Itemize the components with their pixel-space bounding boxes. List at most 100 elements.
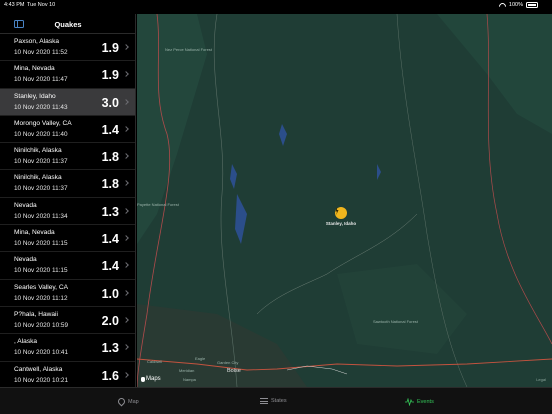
quake-magnitude: 1.8	[101, 150, 119, 165]
chevron-right-icon	[123, 44, 129, 50]
quake-row[interactable]: Paxson, Alaska 10 Nov 2020 11:52 1.9	[0, 34, 135, 62]
map-label-boise: Boise	[227, 368, 241, 374]
quake-row[interactable]: Mina, Nevada 10 Nov 2020 11:15 1.4	[0, 225, 135, 253]
quake-magnitude: 1.4	[101, 259, 119, 274]
tab-events[interactable]: Events	[405, 398, 434, 406]
quake-time: 10 Nov 2020 11:37	[14, 158, 68, 166]
tab-map[interactable]: Map	[116, 396, 139, 407]
quake-magnitude: 3.0	[101, 95, 119, 110]
map-label-forest-south: Sawtooth National Forest	[373, 319, 418, 324]
legal-link[interactable]: Legal	[536, 377, 546, 382]
quake-time: 10 Nov 2020 11:40	[14, 130, 68, 138]
chevron-right-icon	[123, 235, 129, 241]
quake-time: 10 Nov 2020 11:15	[14, 267, 68, 275]
map-terrain	[137, 14, 552, 387]
quake-place: Searles Valley, CA	[14, 283, 68, 291]
quake-magnitude: 2.0	[101, 313, 119, 328]
battery-percent: 100%	[508, 2, 523, 8]
quake-magnitude: 1.3	[101, 204, 119, 219]
chevron-right-icon	[123, 153, 129, 160]
chevron-right-icon	[123, 289, 129, 296]
quake-place: , Alaska	[14, 338, 38, 346]
quake-place: Cantwell, Alaska	[14, 365, 63, 373]
sidebar-nav-bar: Quakes	[0, 14, 135, 34]
quake-row[interactable]: Stanley, Idaho 10 Nov 2020 11:43 3.0	[0, 88, 135, 116]
quake-time: 10 Nov 2020 10:21	[14, 376, 69, 384]
quake-time: 10 Nov 2020 11:47	[14, 76, 68, 84]
quake-magnitude: 1.4	[101, 122, 119, 137]
battery-icon	[526, 2, 538, 8]
quake-pin[interactable]	[335, 207, 347, 219]
quake-time: 10 Nov 2020 11:52	[14, 49, 68, 56]
quake-place: P?hala, Hawaii	[14, 310, 58, 318]
quake-row[interactable]: P?hala, Hawaii 10 Nov 2020 10:59 2.0	[0, 307, 135, 335]
quake-row[interactable]: Nevada 10 Nov 2020 11:34 1.3	[0, 198, 135, 226]
tab-map-label: Map	[128, 398, 139, 405]
quake-sidebar: Quakes Paxson, Alaska 10 Nov 2020 11:52 1.…	[0, 14, 136, 389]
quake-magnitude: 1.6	[101, 368, 119, 383]
quake-row[interactable]: , Alaska 10 Nov 2020 10:41 1.3	[0, 334, 135, 362]
chevron-right-icon	[123, 71, 129, 78]
quake-row[interactable]: Nevada 10 Nov 2020 11:15 1.4	[0, 252, 135, 280]
chevron-right-icon	[123, 180, 129, 187]
tab-events-label: Events	[417, 399, 434, 405]
chevron-right-icon	[123, 262, 129, 269]
tab-bar: Map States Events	[0, 387, 552, 414]
quake-place: Mina, Nevada	[14, 65, 55, 73]
map-label-forest-north: Nez Perce National Forest	[165, 47, 212, 52]
map-icon	[116, 396, 127, 407]
quake-row[interactable]: Cantwell, Alaska 10 Nov 2020 10:21 1.6	[0, 362, 135, 389]
quake-time: 10 Nov 2020 11:12	[14, 294, 68, 302]
quake-place: Ninilchik, Alaska	[14, 147, 62, 155]
status-time: 4:43 PM	[4, 2, 25, 8]
quake-row[interactable]: Morongo Valley, CA 10 Nov 2020 11:40 1.4	[0, 116, 135, 144]
map-label-forest-west: Payette National Forest	[137, 202, 179, 207]
map-label-garden-city: Garden City	[217, 360, 239, 365]
chevron-right-icon	[123, 371, 129, 378]
status-bar: 4:43 PM Tue Nov 10 100%	[0, 0, 552, 10]
chevron-right-icon	[123, 207, 129, 214]
quake-row[interactable]: Ninilchik, Alaska 10 Nov 2020 11:37 1.8	[0, 170, 135, 198]
quake-row[interactable]: Searles Valley, CA 10 Nov 2020 11:12 1.0	[0, 280, 135, 307]
status-date: Tue Nov 10	[27, 2, 56, 8]
chevron-right-icon	[123, 126, 129, 132]
tab-states[interactable]: States	[260, 398, 287, 404]
quake-row[interactable]: Mina, Nevada 10 Nov 2020 11:47 1.9	[0, 61, 135, 89]
map-label-nampa: Nampa	[183, 377, 196, 382]
waveform-icon	[405, 398, 414, 406]
chevron-right-icon	[123, 98, 129, 105]
quake-place: Mina, Nevada	[14, 229, 55, 237]
map-label-eagle: Eagle	[195, 356, 206, 361]
quake-magnitude: 1.9	[101, 68, 119, 83]
quake-magnitude: 1.9	[101, 41, 119, 55]
quake-time: 10 Nov 2020 11:37	[14, 185, 68, 193]
quake-magnitude: 1.3	[101, 341, 119, 356]
chevron-right-icon	[123, 344, 129, 351]
quake-time: 10 Nov 2020 11:43	[14, 103, 68, 111]
sidebar-title: Quakes	[54, 20, 82, 29]
tab-states-label: States	[271, 398, 287, 404]
waveform-pin-icon	[335, 207, 339, 215]
map-view[interactable]: Nez Perce National Forest Payette Nation…	[137, 14, 552, 387]
maps-logo: Maps	[141, 376, 161, 382]
quake-place: Morongo Valley, CA	[14, 119, 72, 127]
quake-time: 10 Nov 2020 11:15	[14, 240, 68, 248]
quake-place: Ninilchik, Alaska	[14, 174, 62, 182]
quake-row[interactable]: Ninilchik, Alaska 10 Nov 2020 11:37 1.8	[0, 143, 135, 171]
quake-place: Paxson, Alaska	[14, 38, 60, 45]
quake-magnitude: 1.0	[101, 286, 119, 301]
quake-time: 10 Nov 2020 10:41	[14, 349, 69, 357]
status-right: 100%	[499, 2, 538, 8]
quake-time: 10 Nov 2020 11:34	[14, 212, 68, 220]
apple-icon	[141, 376, 145, 382]
maps-logo-text: Maps	[146, 376, 161, 382]
quake-place: Nevada	[14, 201, 37, 209]
map-label-caldwell: Caldwell	[147, 359, 163, 364]
quake-place: Nevada	[14, 256, 37, 264]
quake-time: 10 Nov 2020 10:59	[14, 321, 69, 329]
quake-magnitude: 1.8	[101, 177, 119, 192]
quake-place: Stanley, Idaho	[14, 92, 56, 100]
quake-pin-label: Stanley, Idaho	[325, 221, 357, 226]
map-label-meridian: Meridian	[179, 368, 195, 373]
wifi-icon	[499, 3, 506, 8]
